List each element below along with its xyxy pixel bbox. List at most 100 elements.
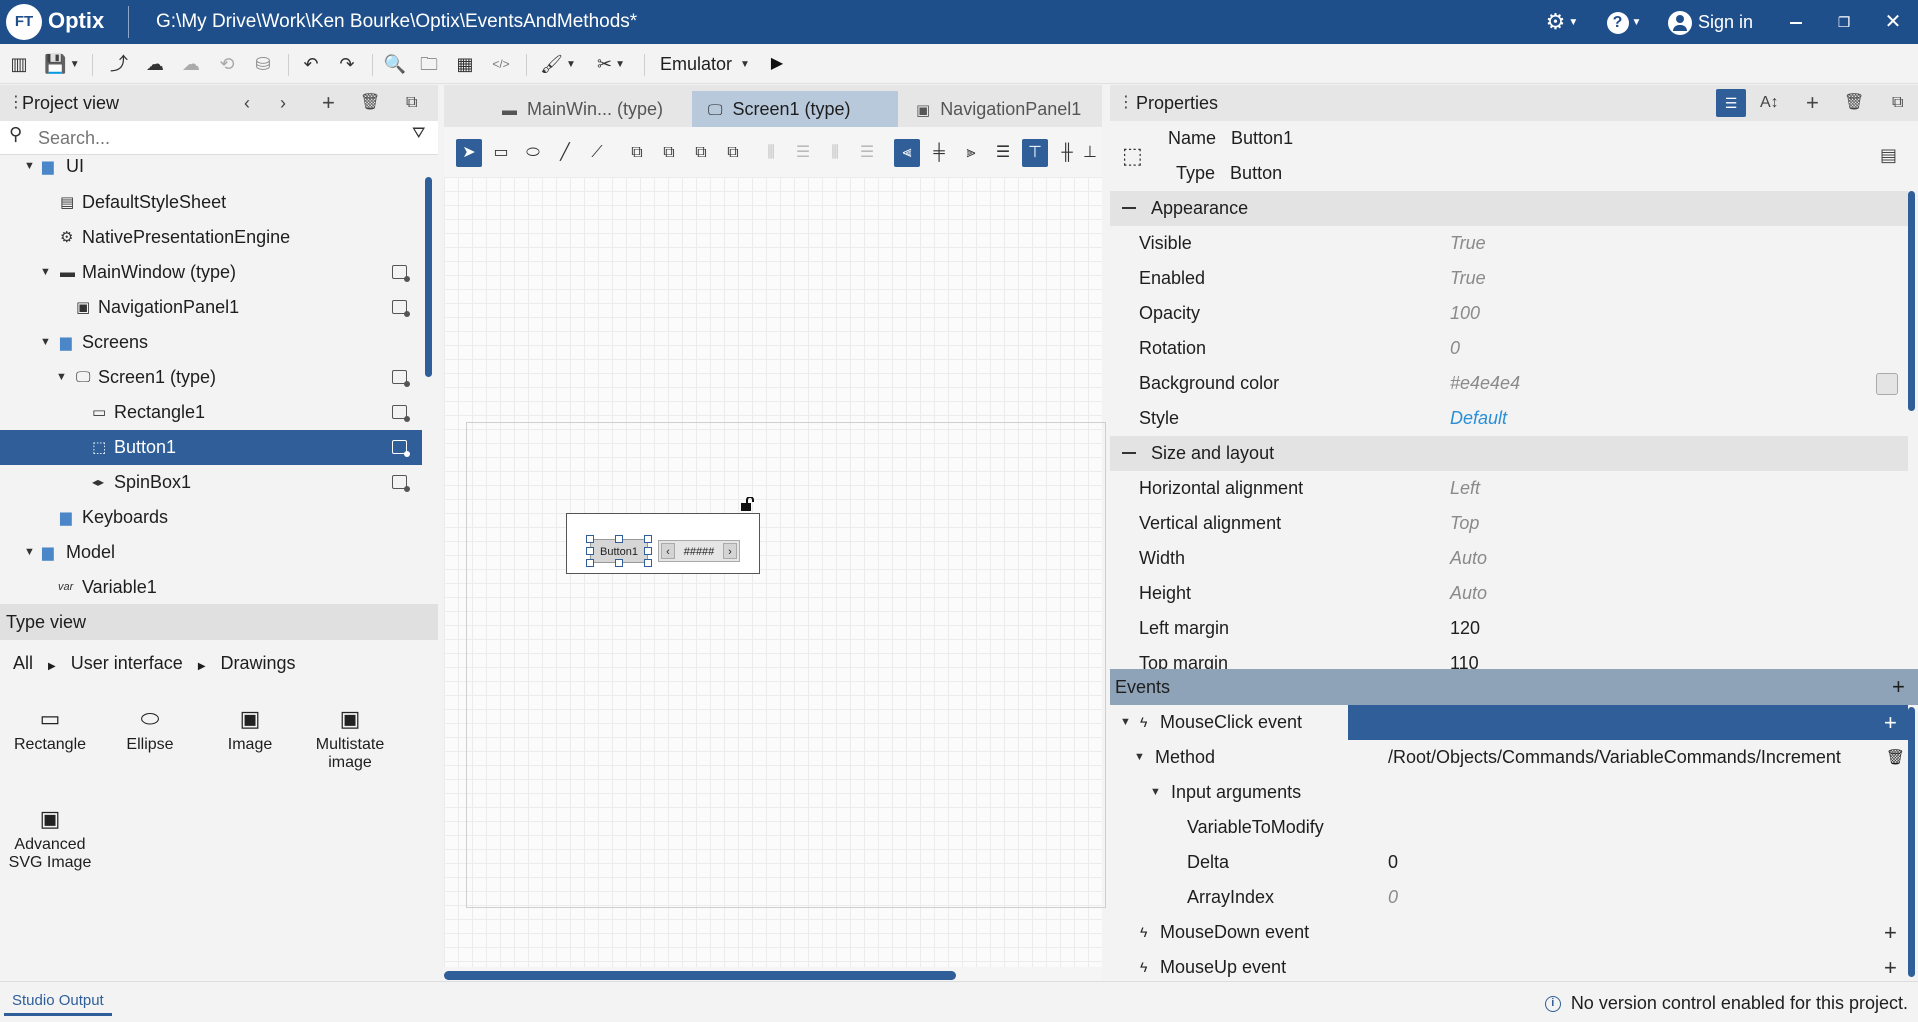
edit-type-icon[interactable]: ▤ (1880, 145, 1897, 166)
prop-rotation[interactable]: Rotation 0 (1110, 331, 1908, 366)
section-appearance[interactable]: Appearance (1110, 191, 1908, 226)
breadcrumb-user-interface[interactable]: User interface (71, 653, 183, 673)
expand-arrow-icon[interactable]: ▼ (1150, 775, 1161, 810)
tools-menu-button[interactable]: ✂ ▼ (590, 50, 632, 78)
redo-button[interactable]: ↷ (334, 50, 360, 78)
project-tree-scrollbar[interactable] (425, 177, 432, 377)
send-to-back-tool[interactable]: ⧉ (720, 139, 746, 167)
section-size-and-layout[interactable]: Size and layout (1110, 436, 1908, 471)
library-button[interactable]: ▦ (452, 50, 478, 78)
save-button[interactable]: 💾 ▼ (42, 50, 82, 78)
tab-screen1[interactable]: 🖵 Screen1 (type) (692, 91, 898, 127)
run-button[interactable]: ▶ (764, 50, 790, 78)
expand-arrow-icon[interactable]: ▼ (40, 255, 51, 290)
input-arguments-row[interactable]: ▼ Input arguments (1110, 775, 1908, 810)
add-event-icon[interactable]: + (1892, 669, 1905, 705)
rectangle-tool[interactable]: ▭ (488, 139, 514, 167)
emulator-dropdown[interactable]: Emulator ▼ (660, 50, 750, 78)
settings-menu-button[interactable]: ⚙ ▼ (1538, 0, 1586, 44)
prop-width[interactable]: Width Auto (1110, 541, 1908, 576)
design-canvas[interactable]: Button1 ‹ ##### › (444, 177, 1106, 967)
method-value[interactable]: /Root/Objects/Commands/VariableCommands/… (1388, 740, 1841, 775)
resize-handle[interactable] (615, 559, 623, 567)
tree-item-rectangle1[interactable]: ▭ Rectangle1 (0, 395, 422, 430)
edit-icon[interactable] (392, 370, 410, 387)
tree-item-variable1[interactable]: var Variable1 (0, 570, 422, 605)
expand-arrow-icon[interactable]: ▼ (24, 535, 35, 570)
sign-in-button[interactable]: Sign in (1668, 0, 1753, 44)
resize-handle[interactable] (644, 535, 652, 543)
align-left-tool[interactable]: ⫷ (894, 139, 920, 167)
canvas-horizontal-scrollbar[interactable] (444, 971, 956, 980)
prop-height[interactable]: Height Auto (1110, 576, 1908, 611)
align-bottom-tool[interactable]: ⊥ (1080, 139, 1100, 167)
expand-arrow-icon[interactable]: ▼ (56, 360, 67, 395)
tree-item-nativepresentationengine[interactable]: ⚙ NativePresentationEngine (0, 220, 422, 255)
tree-item-keyboards[interactable]: ▆ Keyboards (0, 500, 422, 535)
layout-button[interactable]: ▥ (6, 50, 32, 78)
prop-top-margin[interactable]: Top margin 110 (1110, 646, 1908, 669)
type-tile-ellipse[interactable]: ⬭ Ellipse (102, 702, 198, 754)
database-button[interactable]: ⛁ (250, 50, 276, 78)
tab-mainwindow[interactable]: ▬ MainWin... (type) (486, 91, 696, 127)
align-center-tool[interactable]: ╪ (926, 139, 952, 167)
prop-left-margin[interactable]: Left margin 120 (1110, 611, 1908, 646)
resize-handle[interactable] (644, 547, 652, 555)
bring-to-front-tool[interactable]: ⧉ (656, 139, 682, 167)
delete-icon[interactable]: 🗑 (1844, 85, 1864, 121)
delete-icon[interactable]: 🗑 (360, 85, 380, 121)
align-right-tool[interactable]: ⫸ (958, 139, 984, 167)
event-value-field[interactable] (1348, 705, 1908, 740)
prop-enabled[interactable]: Enabled True (1110, 261, 1908, 296)
prop-vertical-alignment[interactable]: Vertical alignment Top (1110, 506, 1908, 541)
find-button[interactable]: 🔍 (382, 50, 408, 78)
align-top-tool[interactable]: ⊤ (1022, 139, 1048, 167)
resize-handle[interactable] (586, 559, 594, 567)
resize-handle[interactable] (644, 559, 652, 567)
space-horizontal-tool[interactable]: ⫼ (822, 139, 848, 167)
restore-button[interactable]: ❐ (1828, 0, 1860, 44)
events-scrollbar[interactable] (1908, 707, 1915, 977)
prop-style[interactable]: Style Default (1110, 401, 1908, 436)
code-button[interactable]: </> (488, 50, 514, 78)
upload-button[interactable]: ☁ (142, 50, 168, 78)
expand-arrow-icon[interactable]: ▼ (40, 325, 51, 360)
expand-arrow-icon[interactable]: ▼ (1134, 740, 1145, 775)
help-menu-button[interactable]: ? ▼ (1600, 0, 1648, 44)
tree-item-defaultstylesheet[interactable]: ▤ DefaultStyleSheet (0, 185, 422, 220)
edit-icon[interactable] (392, 405, 410, 422)
color-swatch[interactable] (1876, 373, 1898, 395)
name-value[interactable]: Button1 (1231, 128, 1293, 148)
expand-arrow-icon[interactable]: ▼ (24, 149, 35, 184)
copy-icon[interactable]: ⧉ (1892, 85, 1903, 121)
minimize-button[interactable] (1780, 0, 1812, 44)
type-tile-advanced-svg-image[interactable]: ▣ Advanced SVG Image (2, 802, 98, 872)
tree-item-model[interactable]: ▼ ▆ Model (0, 535, 422, 570)
bring-forward-tool[interactable]: ⧉ (624, 139, 650, 167)
history-button[interactable]: ⟲ (214, 50, 240, 78)
edit-icon[interactable] (392, 300, 410, 317)
add-method-icon[interactable]: + (1884, 705, 1897, 740)
open-folder-button[interactable]: 🗀 (416, 50, 442, 78)
type-tile-multistate-image[interactable]: ▣ Multistate image (302, 702, 398, 772)
align-justify-tool[interactable]: ☰ (990, 139, 1016, 167)
chevron-left-icon[interactable]: ‹ (244, 85, 250, 121)
add-method-icon[interactable]: + (1884, 950, 1897, 981)
add-method-icon[interactable]: + (1884, 915, 1897, 950)
breadcrumb-drawings[interactable]: Drawings (221, 653, 296, 673)
drag-handle-icon[interactable]: ⋮ (1118, 85, 1134, 121)
resize-handle[interactable] (586, 535, 594, 543)
space-vertical-tool[interactable]: ☰ (854, 139, 880, 167)
align-middle-tool[interactable]: ╫ (1054, 139, 1080, 167)
tree-item-navigationpanel1[interactable]: ▣ NavigationPanel1 (0, 290, 422, 325)
arg-variabletomodify[interactable]: VariableToModify (1110, 810, 1908, 845)
tree-item-button1[interactable]: ⬚ Button1 (0, 430, 422, 465)
studio-output-tab[interactable]: Studio Output (4, 990, 112, 1016)
event-mousedown[interactable]: ϟ MouseDown event + (1110, 915, 1908, 950)
copy-icon[interactable]: ⧉ (406, 85, 417, 121)
chevron-right-icon[interactable]: › (280, 85, 286, 121)
prop-horizontal-alignment[interactable]: Horizontal alignment Left (1110, 471, 1908, 506)
line-tool[interactable]: ╱ (552, 139, 578, 167)
unlock-icon[interactable] (740, 497, 754, 511)
select-tool[interactable]: ➤ (456, 139, 482, 167)
